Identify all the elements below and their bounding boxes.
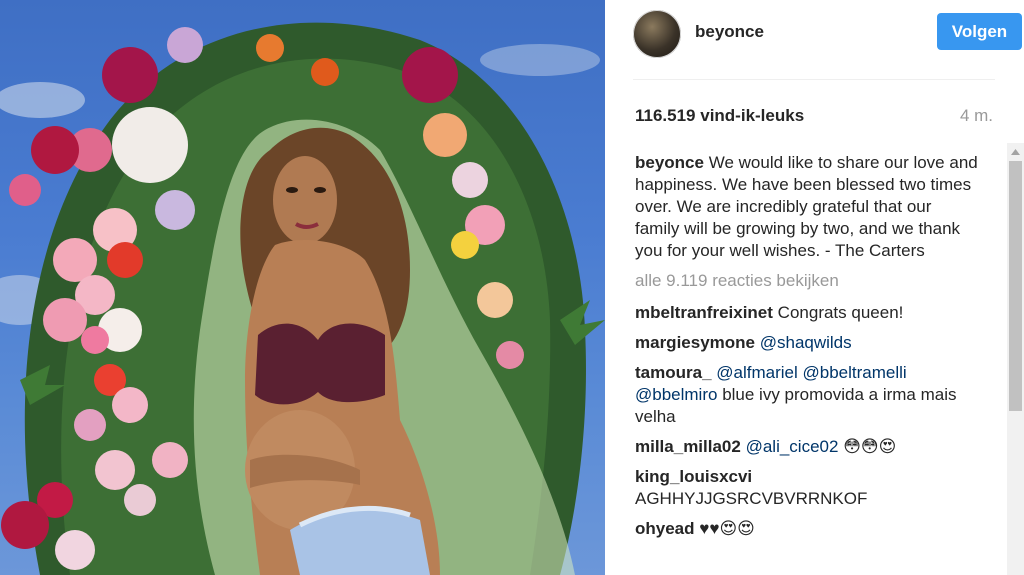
username-link[interactable]: beyonce xyxy=(695,22,764,42)
comment-item: mbeltranfreixinet Congrats queen! xyxy=(635,302,980,324)
comment-item: tamoura_ @alfmariel @bbeltramelli @bbelm… xyxy=(635,362,980,428)
comment-author[interactable]: mbeltranfreixinet xyxy=(635,303,773,322)
comment-item: margiesymone @shaqwilds xyxy=(635,332,980,354)
photo-illustration xyxy=(0,22,605,575)
likes-count[interactable]: 116.519 vind-ik-leuks xyxy=(635,106,804,126)
caption: beyonce We would like to share our love … xyxy=(635,152,980,262)
scroll-up-arrow-icon[interactable] xyxy=(1007,143,1024,160)
post-details-panel: beyonce Volgen 116.519 vind-ik-leuks 4 m… xyxy=(605,0,1024,575)
comment-text: Congrats queen! xyxy=(777,303,904,322)
view-all-comments-link[interactable]: alle 9.119 reacties bekijken xyxy=(635,270,980,292)
comments-list: beyonce We would like to share our love … xyxy=(635,152,980,548)
comment-item: milla_milla02 @ali_cice02 😳😳😍 xyxy=(635,436,980,458)
comment-item: king_louisxcvi AGHHYJJGSRCVBVRRNKOF xyxy=(635,466,980,510)
scrollbar-thumb[interactable] xyxy=(1009,161,1022,411)
avatar-ring xyxy=(633,10,681,58)
post-photo[interactable] xyxy=(0,0,605,575)
post-age[interactable]: 4 m. xyxy=(960,106,993,126)
comment-text: 😳😳😍 xyxy=(843,437,897,456)
comment-author[interactable]: margiesymone xyxy=(635,333,755,352)
post-header: beyonce Volgen xyxy=(633,10,1022,58)
comment-author[interactable]: king_louisxcvi xyxy=(635,467,752,486)
comments-scrollbar[interactable] xyxy=(1007,143,1024,575)
comment-text: ♥♥😍😍 xyxy=(699,519,755,538)
follow-button[interactable]: Volgen xyxy=(937,13,1022,50)
comment-author[interactable]: ohyead xyxy=(635,519,695,538)
caption-author[interactable]: beyonce xyxy=(635,153,704,172)
comment-text: AGHHYJJGSRCVBVRRNKOF xyxy=(635,489,868,508)
instagram-post-view: beyonce Volgen 116.519 vind-ik-leuks 4 m… xyxy=(0,0,1024,575)
comment-item: ohyead ♥♥😍😍 xyxy=(635,518,980,540)
comment-author[interactable]: tamoura_ xyxy=(635,363,712,382)
comment-mention[interactable]: @ali_cice02 xyxy=(746,437,839,456)
comment-mention[interactable]: @shaqwilds xyxy=(760,333,852,352)
header-divider xyxy=(633,79,995,80)
comment-author[interactable]: milla_milla02 xyxy=(635,437,741,456)
